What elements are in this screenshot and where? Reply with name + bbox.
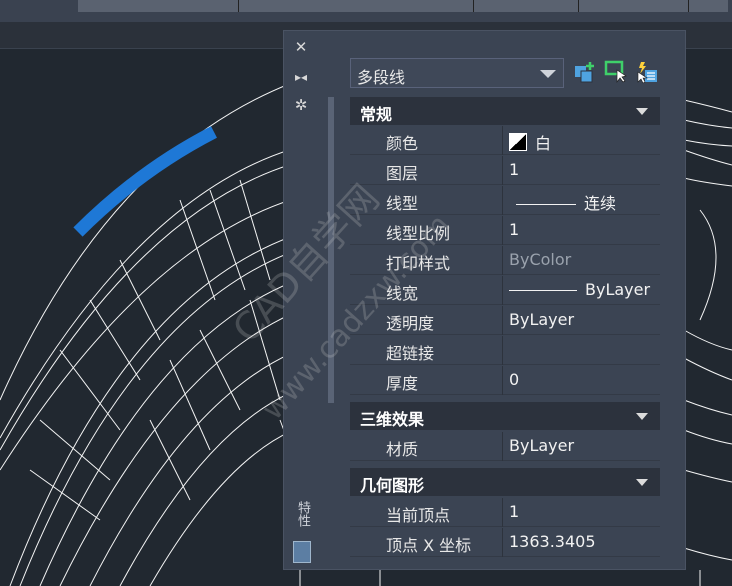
section-geometry-title: 几何图形 (360, 476, 425, 495)
prop-value: ByLayer (509, 280, 650, 299)
prop-value: 0 (509, 370, 520, 389)
prop-label: 颜色 (386, 134, 419, 153)
prop-label: 线宽 (386, 284, 419, 303)
prop-row-current-vertex[interactable]: 当前顶点 1 (350, 498, 660, 527)
prop-value: 白 (509, 130, 551, 154)
prop-label: 厚度 (386, 374, 419, 393)
prop-row-lineweight[interactable]: 线宽 ByLayer (350, 276, 660, 305)
selected-polyline (73, 126, 217, 237)
prop-row-transparency[interactable]: 透明度 ByLayer (350, 306, 660, 335)
section-geometry[interactable]: 几何图形 (350, 468, 660, 496)
prop-value: 1 (509, 160, 520, 179)
palette-icon (293, 541, 311, 563)
prop-row-hyperlink[interactable]: 超链接 (350, 336, 660, 365)
quick-select-icon[interactable] (635, 60, 659, 84)
prop-value: 1363.3405 (509, 532, 596, 551)
object-type-select[interactable]: 多段线 (350, 58, 564, 88)
prop-row-plot-style[interactable]: 打印样式 ByColor (350, 246, 660, 275)
prop-label: 打印样式 (386, 254, 451, 273)
prop-value: ByLayer (509, 310, 575, 329)
prop-label: 顶点 X 坐标 (386, 536, 472, 555)
prop-row-thickness[interactable]: 厚度 0 (350, 366, 660, 395)
prop-label: 透明度 (386, 314, 435, 333)
prop-value: ByColor (509, 250, 572, 269)
section-general-title: 常规 (360, 105, 393, 124)
color-swatch-icon (509, 133, 527, 151)
section-3d-title: 三维效果 (360, 410, 425, 429)
select-objects-icon[interactable] (604, 60, 628, 84)
prop-row-linetype-scale[interactable]: 线型比例 1 (350, 216, 660, 245)
prop-value: ByLayer (509, 436, 575, 455)
prop-label: 超链接 (386, 344, 435, 363)
scrollbar-thumb[interactable] (328, 97, 334, 403)
chevron-down-icon (540, 70, 556, 78)
prop-label: 线型比例 (386, 224, 451, 243)
section-general[interactable]: 常规 (350, 97, 660, 125)
prop-value: 1 (509, 220, 520, 239)
prop-value: 连续 (516, 190, 616, 214)
prop-label: 材质 (386, 440, 419, 459)
palette-title-bar[interactable]: ✕ ▸◂ ✲ 特性 (284, 31, 318, 569)
gear-icon[interactable]: ✲ (292, 96, 310, 114)
prop-row-material[interactable]: 材质 ByLayer (350, 432, 660, 461)
prop-row-linetype[interactable]: 线型 连续 (350, 186, 660, 215)
prop-label: 当前顶点 (386, 506, 451, 525)
top-toolbar (0, 0, 732, 22)
prop-label: 线型 (386, 194, 419, 213)
object-type-value: 多段线 (357, 68, 406, 87)
properties-palette: ✕ ▸◂ ✲ 特性 多段线 常规 颜色 白 图层 1 线型 连续 线型比例 1 … (283, 30, 686, 570)
lineweight-sample-icon (509, 290, 577, 291)
linetype-sample-icon (516, 204, 576, 205)
collapse-arrow-icon[interactable] (636, 413, 648, 420)
auto-hide-icon[interactable]: ▸◂ (292, 68, 310, 86)
tab-strip (78, 0, 728, 12)
section-3d-effects[interactable]: 三维效果 (350, 402, 660, 430)
collapse-arrow-icon[interactable] (636, 108, 648, 115)
prop-row-color[interactable]: 颜色 白 (350, 126, 660, 155)
prop-row-vertex-x[interactable]: 顶点 X 坐标 1363.3405 (350, 528, 660, 557)
prop-label: 图层 (386, 164, 419, 183)
close-icon[interactable]: ✕ (292, 38, 310, 56)
collapse-arrow-icon[interactable] (636, 479, 648, 486)
palette-title: 特性 (295, 501, 310, 527)
toggle-pickadd-icon[interactable] (573, 60, 597, 84)
prop-value: 1 (509, 502, 520, 521)
prop-row-layer[interactable]: 图层 1 (350, 156, 660, 185)
